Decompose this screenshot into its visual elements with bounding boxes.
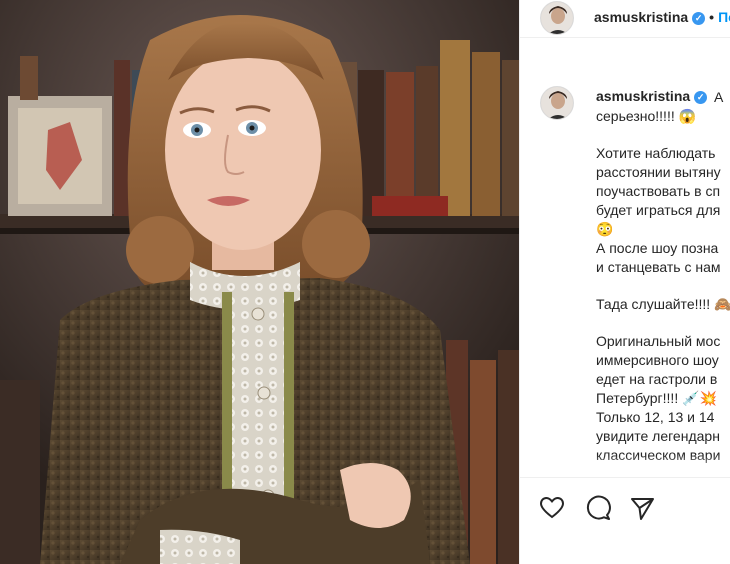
comment-button[interactable] — [584, 494, 612, 522]
caption-line: иммерсивного шоу — [596, 352, 719, 368]
caption-line: 😳 — [596, 221, 614, 237]
caption-line: Оригинальный мос — [596, 333, 721, 349]
portrait-image — [0, 0, 519, 564]
caption-line: серьезно!!!!! 😱 — [596, 108, 697, 124]
caption-gap — [596, 277, 730, 295]
header-username[interactable]: asmuskristina ✓•Подписаться — [594, 9, 730, 25]
share-button[interactable] — [628, 494, 656, 522]
verified-badge-icon: ✓ — [692, 12, 706, 25]
caption-text: А серьезно!!!!! 😱 Хотите наблюдать расст… — [596, 88, 730, 465]
avatar-image — [541, 87, 573, 119]
like-button[interactable] — [538, 494, 566, 522]
username-text[interactable]: asmuskristina — [594, 9, 688, 25]
avatar[interactable] — [540, 1, 574, 35]
caption-line: Тада слушайте!!!! 🙈 — [596, 296, 730, 312]
heart-icon — [539, 496, 565, 519]
caption-line: Хотите наблюдать — [596, 145, 716, 161]
caption-line: будет играться для — [596, 202, 721, 218]
caption-line: увидите легендарн — [596, 428, 720, 444]
caption-avatar[interactable] — [540, 86, 574, 120]
caption-line: поучаствовать в сп — [596, 183, 721, 199]
post-side-panel: asmuskristina ✓•Подписаться asmuskristina… — [519, 0, 730, 564]
post-header: asmuskristina ✓•Подписаться — [520, 0, 730, 38]
caption-line: расстоянии вытяну — [596, 164, 721, 180]
separator-dot: • — [709, 9, 715, 25]
caption-gap — [596, 314, 730, 332]
post-actions — [520, 477, 730, 564]
caption-gap — [596, 126, 730, 144]
caption-line: Только 12, 13 и 14 — [596, 409, 715, 425]
follow-button[interactable]: Подписаться — [718, 9, 730, 25]
comment-icon — [586, 495, 611, 520]
caption-line: А после шоу позна — [596, 240, 719, 256]
caption-line: и станцевать с нам — [596, 259, 721, 275]
avatar-image — [541, 2, 573, 34]
caption-line: едет на гастроли в — [596, 371, 718, 387]
share-icon — [631, 498, 654, 520]
caption-line: Петербург!!!! 💉💥 — [596, 390, 717, 406]
post-photo[interactable] — [0, 0, 519, 564]
caption-fade — [520, 455, 730, 477]
caption-line: А — [714, 89, 724, 105]
